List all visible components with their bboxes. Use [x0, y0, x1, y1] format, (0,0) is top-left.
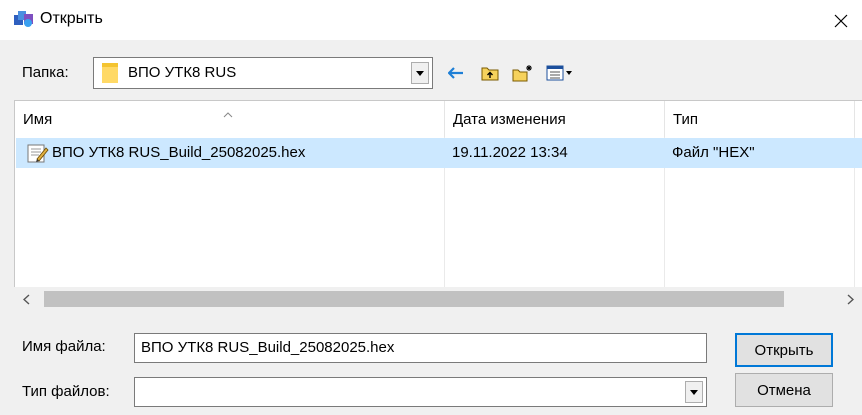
app-icon [13, 9, 35, 29]
file-name: ВПО УТК8 RUS_Build_25082025.hex [52, 144, 306, 161]
title-bar: Открыть [0, 0, 862, 40]
folder-icon [102, 61, 118, 85]
filename-value: ВПО УТК8 RUS_Build_25082025.hex [141, 339, 395, 356]
sort-up-icon [223, 95, 233, 133]
new-folder-icon [512, 65, 532, 82]
horizontal-scrollbar[interactable] [14, 287, 862, 312]
new-folder-button[interactable] [512, 62, 534, 84]
close-button[interactable] [826, 8, 856, 34]
folder-dropdown-button[interactable] [411, 62, 429, 84]
folder-value: ВПО УТК8 RUS [128, 64, 237, 81]
file-date: 19.11.2022 13:34 [452, 144, 568, 161]
column-header-date[interactable]: Дата изменения [445, 101, 665, 137]
chevron-right-icon [847, 294, 854, 305]
filename-field[interactable]: ВПО УТК8 RUS_Build_25082025.hex [134, 333, 707, 363]
chevron-down-icon [416, 70, 424, 76]
filetype-combobox[interactable] [134, 377, 707, 407]
filetype-label: Тип файлов: [22, 383, 110, 400]
filetype-dropdown-button[interactable] [685, 381, 703, 403]
view-menu-button[interactable] [545, 62, 575, 84]
chevron-down-icon [690, 389, 698, 395]
column-header-name[interactable]: Имя [15, 101, 445, 137]
dialog-title: Открыть [40, 10, 103, 27]
back-icon [448, 67, 463, 79]
folder-combobox[interactable]: ВПО УТК8 RUS [93, 57, 433, 89]
back-button[interactable] [446, 62, 466, 84]
chevron-left-icon [22, 294, 29, 305]
up-folder-icon [481, 67, 499, 81]
open-button[interactable]: Открыть [735, 333, 833, 367]
up-folder-button[interactable] [479, 62, 501, 84]
close-icon [834, 14, 848, 28]
file-type: Файл "HEX" [672, 144, 755, 161]
view-menu-icon [546, 65, 572, 81]
scroll-left-button[interactable] [14, 287, 38, 312]
scroll-thumb[interactable] [44, 291, 784, 307]
folder-label: Папка: [22, 64, 69, 81]
cancel-button[interactable]: Отмена [735, 373, 833, 407]
scroll-right-button[interactable] [838, 287, 862, 312]
filename-label: Имя файла: [22, 338, 106, 355]
file-row[interactable]: ВПО УТК8 RUS_Build_25082025.hex 19.11.20… [16, 138, 862, 168]
file-list[interactable]: Имя Дата изменения Тип ВПО УТК8 RUS_Buil… [14, 100, 862, 297]
column-header-type[interactable]: Тип [665, 101, 855, 137]
file-icon [27, 143, 49, 163]
